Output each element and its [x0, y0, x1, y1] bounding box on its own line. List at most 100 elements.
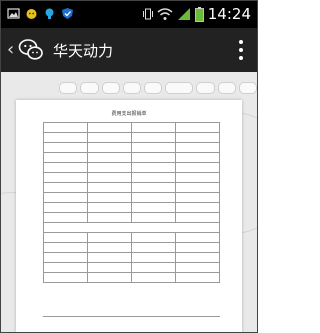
table-row	[43, 262, 220, 273]
wechat-logo-icon[interactable]	[18, 37, 44, 63]
toolbar-button[interactable]	[238, 82, 257, 94]
table-row	[43, 202, 220, 213]
empty-cell	[131, 232, 176, 243]
document-toolbar	[59, 82, 257, 94]
table-row	[43, 172, 220, 183]
field-value[interactable]	[175, 162, 220, 173]
web-content: 费用支出报销单	[1, 72, 257, 332]
field-label	[43, 132, 88, 143]
toolbar-button[interactable]	[101, 82, 120, 94]
field-value[interactable]	[87, 212, 132, 223]
vibrate-icon	[142, 8, 153, 20]
app-bar: ‹ 华天动力	[1, 28, 257, 72]
field-label	[43, 212, 88, 223]
empty-cell	[175, 272, 220, 283]
field-value[interactable]	[175, 192, 220, 203]
field-label	[43, 202, 88, 213]
field-value[interactable]	[87, 162, 132, 173]
image-notification-icon	[7, 8, 20, 19]
field-value[interactable]	[175, 122, 220, 133]
page-title: 华天动力	[53, 42, 114, 60]
table-row	[43, 132, 220, 143]
empty-cell	[131, 252, 176, 263]
table-row	[43, 142, 220, 153]
clock: 14:24	[207, 5, 251, 23]
table-row	[43, 232, 220, 243]
toolbar-button[interactable]	[122, 82, 142, 94]
field-value[interactable]	[87, 202, 132, 213]
field-value[interactable]	[87, 122, 132, 133]
table-row	[43, 252, 220, 263]
field-label	[43, 152, 88, 163]
field-value[interactable]	[175, 132, 220, 143]
empty-cell	[87, 272, 132, 283]
battery-icon	[194, 6, 204, 22]
field-value[interactable]	[87, 152, 132, 163]
empty-cell	[175, 262, 220, 273]
empty-cell	[43, 242, 88, 253]
empty-cell	[131, 272, 176, 283]
empty-cell	[87, 242, 132, 253]
table-row	[43, 212, 220, 223]
form-notice	[43, 222, 220, 233]
field-label	[43, 122, 88, 133]
table-row	[43, 152, 220, 163]
toolbar-button[interactable]	[196, 82, 215, 94]
field-label	[131, 212, 176, 223]
notification-icons	[7, 7, 74, 20]
field-value[interactable]	[175, 152, 220, 163]
field-value[interactable]	[87, 182, 132, 193]
overflow-menu-icon[interactable]	[239, 40, 243, 60]
table-row	[43, 242, 220, 253]
shield-notification-icon	[62, 8, 73, 19]
empty-cell	[43, 252, 88, 263]
empty-cell	[43, 232, 88, 243]
field-value[interactable]	[87, 132, 132, 143]
toolbar-button[interactable]	[80, 82, 99, 94]
table-row	[43, 222, 220, 233]
field-label	[131, 202, 176, 213]
table-row	[43, 182, 220, 193]
form-table	[43, 122, 220, 283]
bulb-notification-icon	[45, 8, 54, 19]
field-value[interactable]	[87, 172, 132, 183]
field-label	[43, 182, 88, 193]
empty-cell	[43, 262, 88, 273]
field-label	[43, 192, 88, 203]
table-row	[43, 272, 220, 283]
field-label	[131, 192, 176, 203]
field-value[interactable]	[175, 212, 220, 223]
toolbar-button[interactable]	[59, 82, 78, 94]
expense-form-document: 费用支出报销单	[16, 100, 242, 332]
back-chevron-icon[interactable]: ‹	[7, 39, 14, 60]
system-status-icons: 14:24	[142, 5, 251, 23]
empty-cell	[87, 252, 132, 263]
field-label	[131, 132, 176, 143]
document-title: 费用支出报销单	[111, 111, 147, 117]
signal-icon	[177, 8, 190, 20]
field-value[interactable]	[175, 182, 220, 193]
table-row	[43, 192, 220, 203]
field-value[interactable]	[87, 192, 132, 203]
field-label	[131, 162, 176, 173]
field-label	[131, 142, 176, 153]
field-value[interactable]	[175, 172, 220, 183]
empty-cell	[131, 262, 176, 273]
empty-cell	[175, 232, 220, 243]
field-value[interactable]	[175, 202, 220, 213]
field-label	[131, 122, 176, 133]
field-value[interactable]	[175, 142, 220, 153]
cat-notification-icon	[26, 9, 37, 19]
empty-cell	[175, 252, 220, 263]
field-label	[43, 162, 88, 173]
form-footer-lines	[43, 316, 220, 327]
field-label	[43, 172, 88, 183]
field-label	[131, 152, 176, 163]
toolbar-button[interactable]	[144, 82, 163, 94]
toolbar-button[interactable]	[165, 82, 194, 94]
field-value[interactable]	[87, 142, 132, 153]
field-label	[131, 182, 176, 193]
wifi-icon	[157, 8, 173, 20]
toolbar-button[interactable]	[217, 82, 236, 94]
empty-cell	[175, 242, 220, 253]
